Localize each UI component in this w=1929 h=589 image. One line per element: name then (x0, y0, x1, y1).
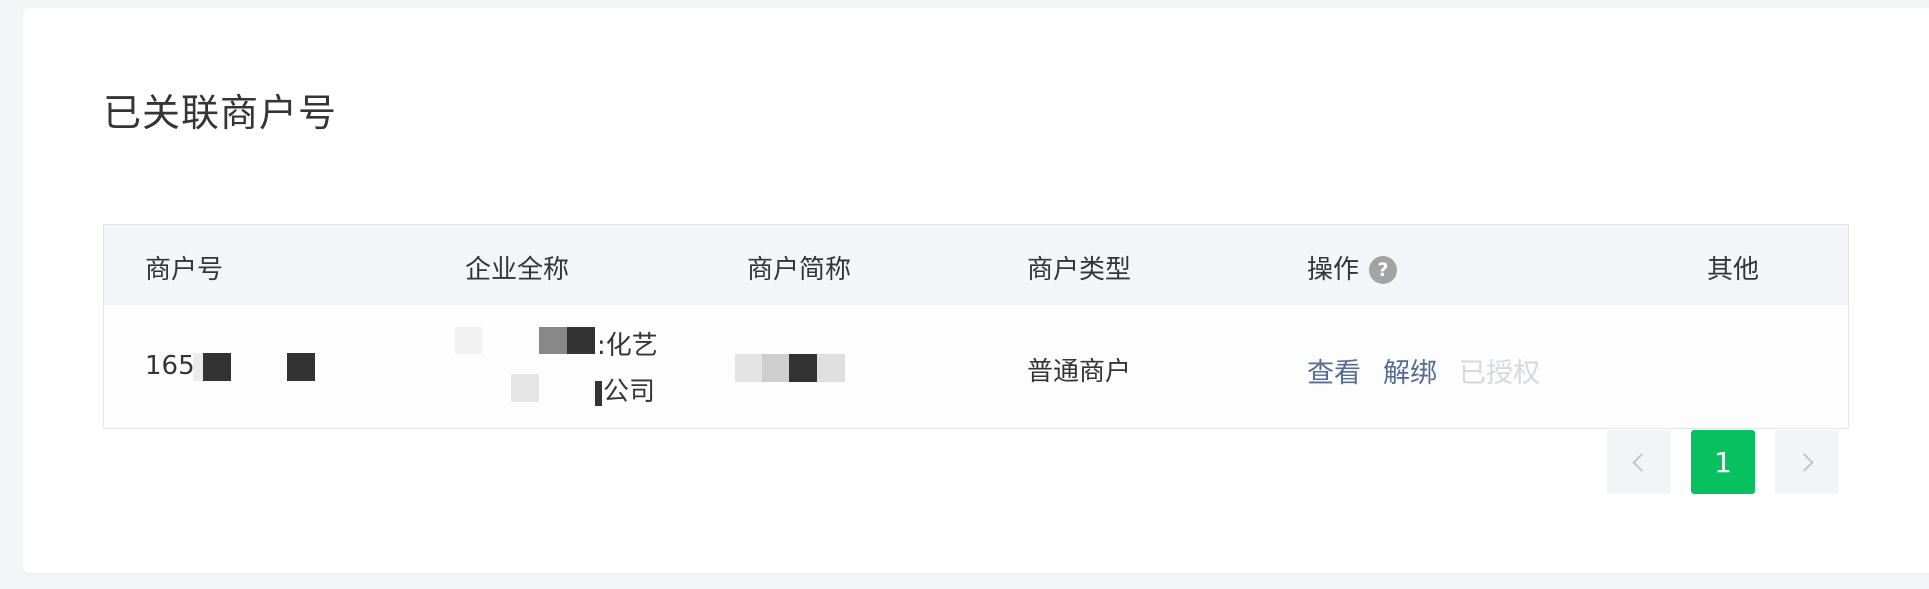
question-circle-icon[interactable]: ? (1369, 256, 1398, 284)
table-header-row: 商户号 企业全称 商户简称 商户类型 操作? 其他 (104, 225, 1848, 306)
redaction-block (455, 327, 482, 354)
table-row: 165 :化艺 公司 普通商户 查看 解绑 已授权 (104, 305, 1848, 428)
next-page-button[interactable] (1775, 430, 1839, 494)
redaction-block (595, 381, 602, 406)
merchant-id-prefix: 165 (145, 351, 195, 381)
merchant-type: 普通商户 (1027, 357, 1132, 387)
company-name-line1: :化艺 (597, 331, 658, 361)
authorized-status: 已授权 (1459, 358, 1540, 389)
redaction-block (203, 353, 231, 381)
redaction-block (539, 327, 567, 354)
redaction-block (287, 353, 315, 381)
redaction-block (817, 354, 845, 382)
prev-page-button[interactable] (1607, 430, 1671, 494)
redaction-block (193, 353, 203, 381)
header-other: 其他 (1707, 255, 1760, 285)
redaction-block (511, 374, 539, 402)
header-merchant-type: 商户类型 (1027, 255, 1132, 285)
redaction-block (762, 354, 789, 382)
company-name-line2: 公司 (603, 377, 656, 407)
redaction-block (735, 354, 762, 382)
header-company-name: 企业全称 (465, 255, 570, 285)
redaction-block (789, 354, 817, 382)
chevron-right-icon (1795, 452, 1814, 472)
header-actions-label: 操作 (1307, 255, 1360, 285)
header-actions: 操作? (1307, 249, 1398, 286)
view-link[interactable]: 查看 (1307, 351, 1361, 390)
unbind-link[interactable]: 解绑 (1383, 351, 1437, 390)
header-merchant-id: 商户号 (145, 255, 224, 285)
merchant-table: 商户号 企业全称 商户简称 商户类型 操作? 其他 165 :化艺 公司 普通商… (103, 224, 1849, 429)
redaction-block (567, 327, 595, 354)
header-short-name: 商户简称 (747, 255, 852, 285)
page-title: 已关联商户号 (103, 91, 338, 135)
page-1-button[interactable]: 1 (1691, 430, 1755, 494)
chevron-left-icon (1632, 452, 1651, 472)
